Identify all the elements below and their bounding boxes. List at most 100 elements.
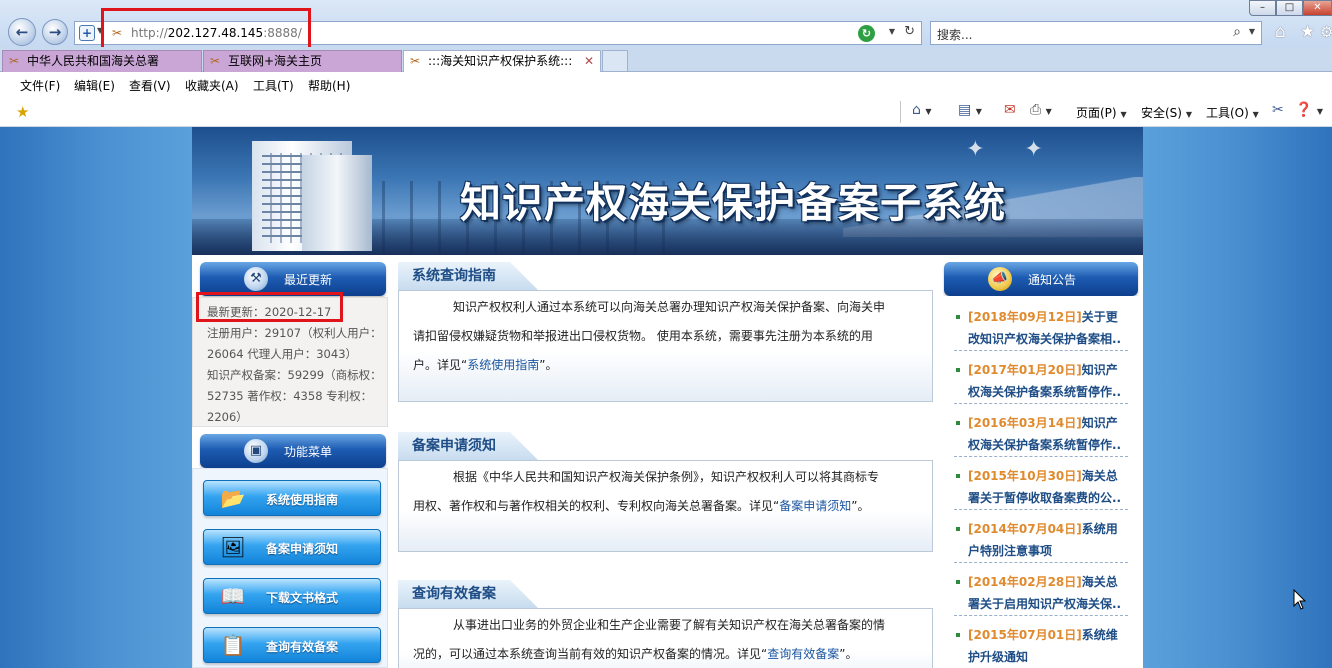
page-menu-label: 页面(P) xyxy=(1076,106,1117,120)
chevron-down-icon[interactable]: ▼ xyxy=(889,27,895,36)
notice-item[interactable]: [2016年03月14日]知识产权海关保护备案系统暂停作.. xyxy=(954,412,1128,457)
button-label: 系统使用指南 xyxy=(266,493,339,507)
menu-edit[interactable]: 编辑(E) xyxy=(74,77,115,94)
stat-line: 52735 著作权：4358 专利权： xyxy=(207,389,373,403)
notice-date: [2015年10月30日] xyxy=(968,469,1082,483)
button-label: 查询有效备案 xyxy=(266,640,339,654)
new-tab-button[interactable] xyxy=(602,50,628,72)
mail-icon[interactable]: ✉ xyxy=(1004,102,1016,118)
notice-date: [2014年02月28日] xyxy=(968,575,1082,589)
notice-date: [2018年09月12日] xyxy=(968,310,1082,324)
help-icon[interactable]: ❓ ▼ xyxy=(1295,102,1323,118)
menu-favorites[interactable]: 收藏夹(A) xyxy=(185,77,239,94)
star-icon[interactable]: ★ xyxy=(1300,22,1315,42)
compatibility-view-icon[interactable]: ↻ xyxy=(858,25,875,42)
tab-customs[interactable]: ✂ 中华人民共和国海关总署 xyxy=(2,50,202,72)
safety-menu-button[interactable]: 安全(S) ▼ xyxy=(1141,104,1192,121)
stat-line: 知识产权备案：59299（商标权： xyxy=(207,368,382,382)
menu-view[interactable]: 查看(V) xyxy=(129,77,171,94)
tab-internet-plus[interactable]: ✂ 互联网+海关主页 xyxy=(203,50,402,72)
minimize-button[interactable]: – xyxy=(1249,0,1276,16)
section-text: ”。 xyxy=(539,358,558,372)
section-text: 从事进出口业务的外贸企业和生产企业需要了解有关知识产权在海关总署备案的情 xyxy=(453,618,886,632)
query-records-button[interactable]: 📋 查询有效备案 xyxy=(203,627,381,663)
site-favicon-icon: ✂ xyxy=(410,54,421,68)
notice-date: [2014年07月04日] xyxy=(968,522,1082,536)
section-application-notice: 根据《中华人民共和国知识产权海关保护条例》，知识产权权利人可以将其商标专 用权、… xyxy=(398,460,933,552)
rss-feed-icon[interactable]: ▤ ▼ xyxy=(958,102,982,118)
button-label: 备案申请须知 xyxy=(266,542,339,556)
section-query-records: 从事进出口业务的外贸企业和生产企业需要了解有关知识产权在海关总署备案的情 况的，… xyxy=(398,608,933,668)
stat-line: 26064 代理人用户：3043） xyxy=(207,347,358,361)
menu-help[interactable]: 帮助(H) xyxy=(308,77,350,94)
site-favicon-icon: ✂ xyxy=(9,54,20,68)
system-guide-link[interactable]: 系统使用指南 xyxy=(467,358,539,372)
chevron-down-icon[interactable]: ▼ xyxy=(1249,27,1255,36)
notice-item[interactable]: [2018年09月12日]关于更改知识产权海关保护备案相.. xyxy=(954,306,1128,351)
function-menu-header: ▣ 功能菜单 xyxy=(200,434,386,468)
shield-icon[interactable]: + xyxy=(79,25,95,41)
menu-file[interactable]: 文件(F) xyxy=(20,77,60,94)
notice-item[interactable]: [2017年01月20日]知识产权海关保护备案系统暂停作.. xyxy=(954,359,1128,404)
query-records-link[interactable]: 查询有效备案 xyxy=(767,647,839,661)
notices-header: 📣 通知公告 xyxy=(944,262,1138,296)
site-title: 知识产权海关保护备案子系统 xyxy=(460,179,1006,227)
tools-menu-button[interactable]: 工具(O) ▼ xyxy=(1206,104,1259,121)
section-title-query-guide: 系统查询指南 xyxy=(398,262,538,290)
notices-panel: [2018年09月12日]关于更改知识产权海关保护备案相.. [2017年01月… xyxy=(944,296,1140,668)
add-favorite-icon[interactable]: ★ xyxy=(16,103,29,121)
application-notice-link[interactable]: 备案申请须知 xyxy=(779,499,851,513)
maximize-button[interactable]: □ xyxy=(1276,0,1303,16)
search-placeholder: 搜索... xyxy=(937,28,973,42)
notice-date: [2016年03月14日] xyxy=(968,416,1082,430)
back-button[interactable]: ← xyxy=(8,18,36,46)
print-icon[interactable]: ⎙ ▼ xyxy=(1030,102,1052,118)
recent-updates-title: 最近更新 xyxy=(284,273,333,287)
function-menu-title: 功能菜单 xyxy=(284,445,333,459)
tools-menu-label: 工具(O) xyxy=(1206,106,1249,120)
search-icon[interactable]: ⌕ xyxy=(1233,24,1241,40)
banner-sparkle-icon: ✦✦ xyxy=(966,137,1083,162)
document-icon: 📋 xyxy=(220,633,246,657)
notices-title: 通知公告 xyxy=(1028,273,1077,287)
section-text: ”。 xyxy=(851,499,870,513)
search-input[interactable]: 搜索... ⌕ ▼ xyxy=(930,21,1262,45)
home-icon[interactable]: ⌂ ▼ xyxy=(912,102,932,118)
research-icon[interactable]: ✂ xyxy=(1272,102,1284,118)
system-guide-button[interactable]: 📂 系统使用指南 xyxy=(203,480,381,516)
forward-button[interactable]: → xyxy=(42,19,68,45)
site-banner: ✦✦ 知识产权海关保护备案子系统 xyxy=(192,127,1143,255)
function-menu-panel: 📂 系统使用指南 🖼 备案申请须知 📖 下载文书格式 📋 查询有效备案 xyxy=(192,468,388,668)
notice-item[interactable]: [2015年07月01日]系统维护升级通知 xyxy=(954,624,1128,668)
tools-icon: ⚒ xyxy=(244,267,268,291)
tab-ip-system[interactable]: ✂:::海关知识产权保护系统::: ✕ xyxy=(403,50,601,73)
section-text: 用权、著作权和与著作权相关的权利、专利权向海关总署备案。详见“ xyxy=(413,499,780,513)
latest-update-highlight-box xyxy=(196,292,343,322)
notice-item[interactable]: [2014年07月04日]系统用户特别注意事项 xyxy=(954,518,1128,563)
site-favicon-icon: ✂ xyxy=(210,54,221,68)
gear-icon[interactable]: ⚙ xyxy=(1320,23,1332,41)
tab-label: 中华人民共和国海关总署 xyxy=(27,54,160,68)
notice-item[interactable]: [2015年10月30日]海关总署关于暂停收取备案费的公.. xyxy=(954,465,1128,510)
refresh-icon[interactable]: ↻ xyxy=(904,24,915,39)
stat-line: 2206） xyxy=(207,410,248,424)
tab-label: 互联网+海关主页 xyxy=(228,54,323,68)
menu-bar: 文件(F) 编辑(E) 查看(V) 收藏夹(A) 工具(T) 帮助(H) xyxy=(0,72,1332,97)
section-title-query-records: 查询有效备案 xyxy=(398,580,538,608)
tab-bar: ✂ 中华人民共和国海关总署 ✂ 互联网+海关主页 ✂:::海关知识产权保护系统:::… xyxy=(0,47,1332,73)
section-query-guide: 知识产权权利人通过本系统可以向海关总署办理知识产权海关保护备案、向海关申 请扣留… xyxy=(398,290,933,402)
close-button[interactable]: ✕ xyxy=(1303,0,1332,16)
menu-icon: ▣ xyxy=(244,439,268,463)
recent-updates-header: ⚒ 最近更新 xyxy=(200,262,386,296)
home-icon[interactable]: ⌂ xyxy=(1275,22,1286,42)
notice-item[interactable]: [2014年02月28日]海关总署关于启用知识产权海关保.. xyxy=(954,571,1128,616)
section-text: 根据《中华人民共和国知识产权海关保护条例》，知识产权权利人可以将其商标专 xyxy=(453,470,880,484)
menu-tools[interactable]: 工具(T) xyxy=(253,77,294,94)
divider xyxy=(900,101,901,123)
application-notice-button[interactable]: 🖼 备案申请须知 xyxy=(203,529,381,565)
site-container: ✦✦ 知识产权海关保护备案子系统 ⚒ 最近更新 最新更新：2020-12-17 … xyxy=(192,127,1143,668)
download-forms-button[interactable]: 📖 下载文书格式 xyxy=(203,578,381,614)
section-text: 户。详见“ xyxy=(413,358,468,372)
close-icon[interactable]: ✕ xyxy=(584,51,594,71)
page-menu-button[interactable]: 页面(P) ▼ xyxy=(1076,104,1127,121)
